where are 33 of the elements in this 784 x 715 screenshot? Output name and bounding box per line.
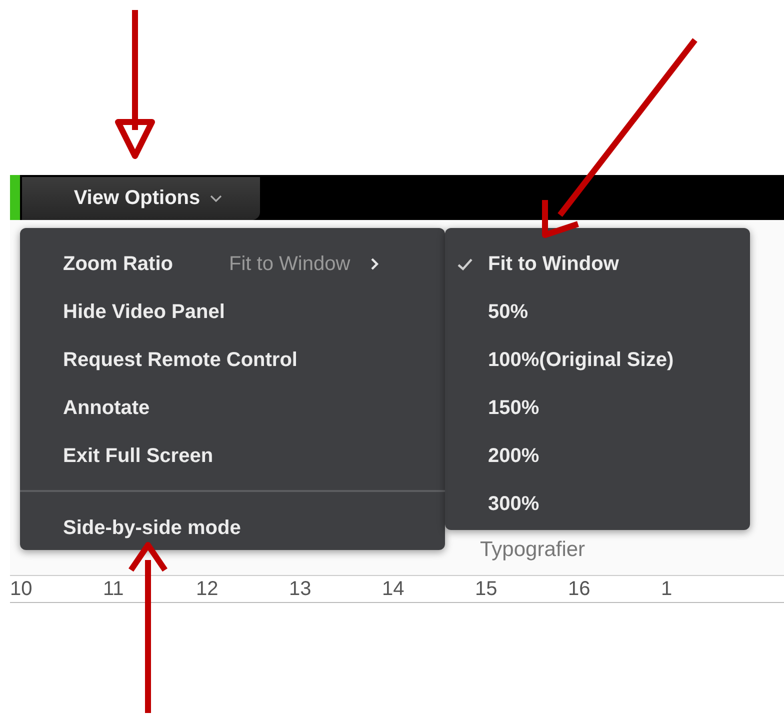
status-strip bbox=[10, 175, 20, 220]
ruler-number: 10 bbox=[10, 578, 34, 600]
ruler-number: 12 bbox=[196, 578, 220, 600]
view-options-button[interactable]: View Options bbox=[22, 177, 260, 220]
submenu-item[interactable]: 150% bbox=[445, 384, 550, 432]
menu-item[interactable]: Request Remote Control bbox=[20, 336, 308, 384]
submenu-item-label: 100%(Original Size) bbox=[488, 348, 674, 372]
menu-item-label: Zoom Ratio bbox=[63, 252, 174, 276]
submenu-item[interactable]: 200% bbox=[445, 432, 550, 480]
submenu-item[interactable]: Fit to Window bbox=[445, 240, 629, 288]
ruler-number: 1 bbox=[661, 578, 674, 600]
menu-item[interactable]: Zoom Ratio Fit to Window bbox=[20, 240, 445, 288]
ruler-number: 14 bbox=[382, 578, 406, 600]
submenu-item-label: 300% bbox=[488, 492, 540, 516]
submenu-item-label: Fit to Window bbox=[488, 252, 619, 276]
menu-item[interactable]: Side-by-side mode bbox=[20, 504, 251, 552]
chevron-right-icon bbox=[370, 257, 380, 271]
ruler-number: 16 bbox=[568, 578, 592, 600]
menu-item[interactable]: Hide Video Panel bbox=[20, 288, 235, 336]
submenu-item-label: 150% bbox=[488, 396, 540, 420]
ruler-number: 15 bbox=[475, 578, 498, 600]
menu-item[interactable]: Exit Full Screen bbox=[20, 432, 224, 480]
menu-item-value: Fit to Window bbox=[229, 252, 350, 276]
ribbon-group-label: Typografier bbox=[480, 538, 586, 562]
ruler-number: 13 bbox=[289, 578, 312, 600]
ruler-number: 11 bbox=[103, 578, 125, 600]
caret-icon bbox=[210, 194, 222, 202]
menu-item[interactable]: Annotate bbox=[20, 384, 160, 432]
submenu-item-label: 200% bbox=[488, 444, 540, 468]
submenu-item[interactable]: 100%(Original Size) bbox=[445, 336, 684, 384]
submenu-item-label: 50% bbox=[488, 300, 528, 324]
submenu-item[interactable]: 50% bbox=[445, 288, 538, 336]
submenu-item[interactable]: 300% bbox=[445, 480, 550, 528]
